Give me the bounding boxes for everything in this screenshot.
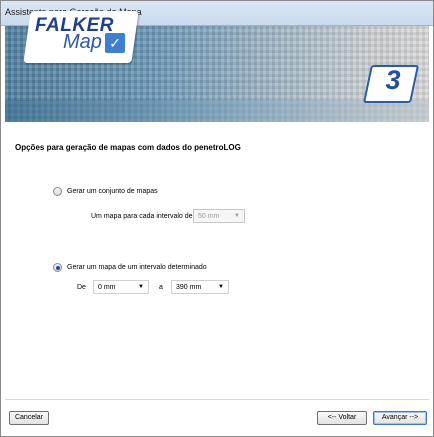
radio-generate-interval-label[interactable]: Gerar um mapa de um intervalo determinad… — [67, 264, 207, 271]
to-select[interactable]: 390 mm ▼ — [171, 280, 229, 294]
step-number: 3 — [385, 65, 401, 95]
next-button[interactable]: Avançar --> — [373, 411, 427, 425]
footer-divider — [5, 399, 429, 400]
cancel-button[interactable]: Cancelar — [9, 411, 49, 425]
radio-generate-set-label[interactable]: Gerar um conjunto de mapas — [67, 188, 158, 195]
from-select[interactable]: 0 mm ▼ — [93, 280, 149, 294]
banner-stripe — [5, 100, 429, 122]
page-heading: Opções para geração de mapas com dados d… — [15, 143, 241, 152]
cancel-button-label: Cancelar — [14, 414, 43, 421]
back-button-label: <-- Voltar — [327, 414, 357, 421]
radio-generate-set[interactable] — [53, 187, 62, 196]
chevron-down-icon: ▼ — [138, 284, 144, 290]
to-select-value: 390 mm — [176, 284, 202, 291]
chevron-down-icon: ▼ — [234, 213, 240, 219]
chevron-down-icon: ▼ — [218, 284, 224, 290]
logo-map-text: Map — [63, 31, 102, 53]
radio-generate-interval[interactable] — [53, 263, 62, 272]
interval-select[interactable]: 50 mm ▼ — [193, 209, 245, 223]
from-select-value: 0 mm — [98, 284, 116, 291]
back-button[interactable]: <-- Voltar — [317, 411, 367, 425]
from-label: De — [77, 284, 86, 291]
checkmark-icon: ✓ — [105, 33, 125, 53]
interval-select-value: 50 mm — [198, 213, 220, 220]
next-button-label: Avançar --> — [381, 414, 419, 421]
interval-label: Um mapa para cada intervalo de — [91, 213, 193, 220]
to-label: a — [159, 284, 163, 291]
wizard-window: Assistente para Geração de Mapa FALKER M… — [0, 0, 434, 437]
